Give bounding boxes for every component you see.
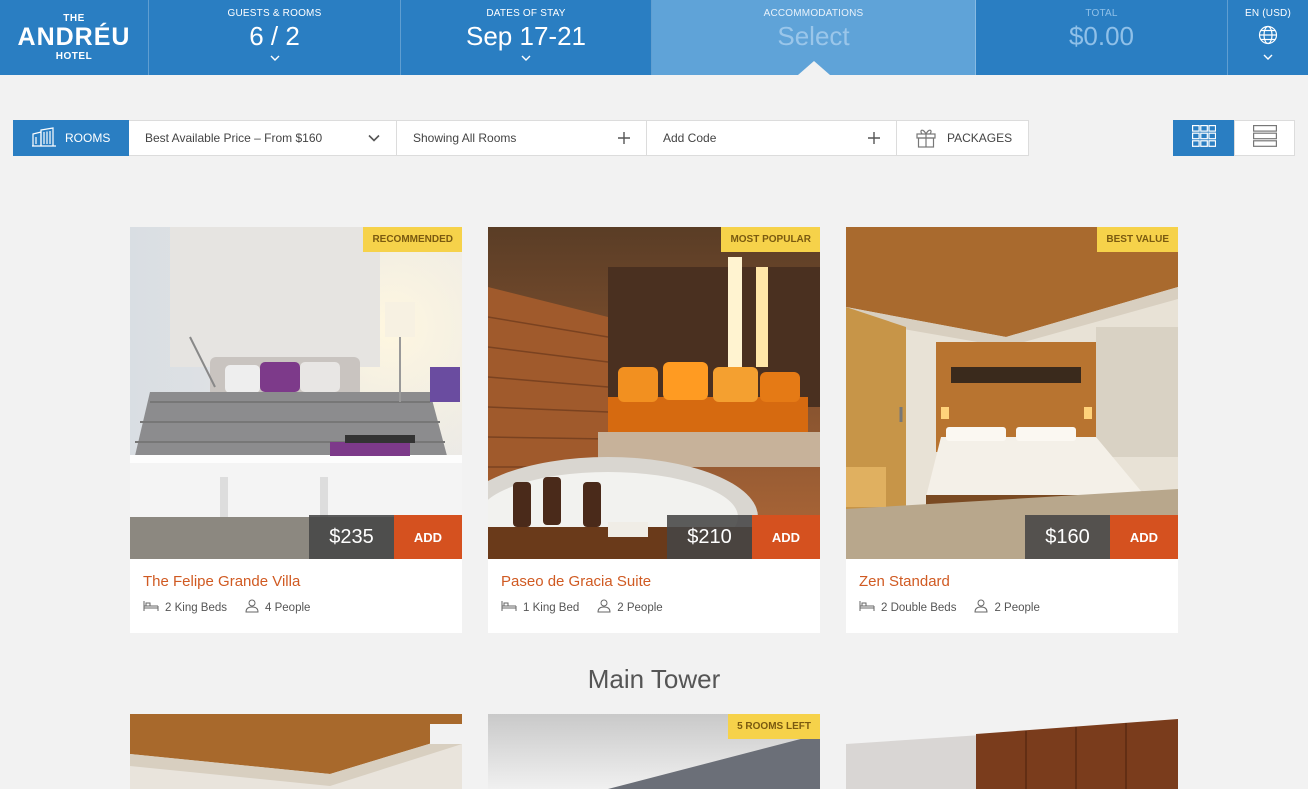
chevron-down-icon [521, 53, 531, 63]
room-capacity: 2 People [617, 601, 663, 614]
room-photo[interactable] [846, 714, 1178, 789]
section-title: Main Tower [587, 664, 721, 694]
accommodations-label: ACCOMMODATIONS [763, 8, 864, 19]
list-icon [1252, 124, 1277, 152]
room-info: The Felipe Grande Villa 2 King Beds 4 Pe… [130, 559, 462, 633]
globe-icon [1258, 25, 1278, 50]
packages-label: PACKAGES [947, 131, 1013, 145]
logo-name: ANDRÉU [17, 23, 131, 51]
chevron-down-icon [368, 131, 380, 145]
grid-icon [1191, 124, 1216, 152]
room-capacity: 4 People [265, 601, 311, 614]
room-type-filter[interactable]: Showing All Rooms [397, 120, 647, 156]
room-card: MOST POPULAR $210 ADD Paseo de Gracia Su… [488, 227, 820, 633]
total-step[interactable]: TOTAL $0.00 [976, 0, 1228, 75]
active-step-pointer [797, 61, 830, 75]
room-badge: RECOMMENDED [363, 227, 462, 252]
language-currency-selector[interactable]: EN (USD) [1228, 0, 1308, 75]
language-label: EN (USD) [1244, 8, 1292, 19]
add-room-button[interactable]: ADD [752, 515, 820, 559]
chevron-down-icon [270, 53, 280, 63]
packages-button[interactable]: PACKAGES [897, 120, 1029, 156]
accommodations-step[interactable]: ACCOMMODATIONS Select [652, 0, 976, 75]
hotel-logo[interactable]: THE ANDRÉU HOTEL [0, 0, 149, 75]
room-details: 2 Double Beds 2 People [859, 599, 1040, 616]
room-badge: 5 ROOMS LEFT [728, 714, 820, 739]
room-type-filter-label: Showing All Rooms [413, 131, 517, 145]
booking-header: THE ANDRÉU HOTEL GUESTS & ROOMS 6 / 2 DA… [0, 0, 1308, 75]
grid-view-button[interactable] [1173, 120, 1234, 156]
room-photo[interactable] [130, 714, 462, 789]
bed-icon [501, 600, 523, 615]
room-badge: BEST VALUE [1097, 227, 1178, 252]
add-room-button[interactable]: ADD [1110, 515, 1178, 559]
building-icon [32, 126, 65, 150]
room-name-link[interactable]: Zen Standard [859, 573, 950, 590]
view-toggle [1173, 120, 1295, 156]
room-capacity: 2 People [994, 601, 1040, 614]
room-price: $210 [667, 515, 752, 559]
total-label: TOTAL [1085, 8, 1118, 19]
guests-rooms-selector[interactable]: GUESTS & ROOMS 6 / 2 [149, 0, 401, 75]
room-card [846, 714, 1178, 789]
room-photo[interactable]: BEST VALUE $160 ADD [846, 227, 1178, 559]
dates-selector[interactable]: DATES OF STAY Sep 17-21 [401, 0, 652, 75]
gift-icon [915, 126, 947, 151]
bed-icon [859, 600, 881, 615]
room-details: 2 King Beds 4 People [143, 599, 310, 616]
dates-label: DATES OF STAY [486, 8, 566, 19]
room-card: 5 ROOMS LEFT [488, 714, 820, 789]
room-price: $235 [309, 515, 394, 559]
bed-icon [143, 600, 165, 615]
room-info: Zen Standard 2 Double Beds 2 People [846, 559, 1178, 633]
person-icon [245, 599, 265, 616]
promo-code-field[interactable]: Add Code [647, 120, 897, 156]
room-photo[interactable]: MOST POPULAR $210 ADD [488, 227, 820, 559]
room-details: 1 King Bed 2 People [501, 599, 663, 616]
rooms-tab[interactable]: ROOMS [13, 120, 129, 156]
room-price: $160 [1025, 515, 1110, 559]
room-info: Paseo de Gracia Suite 1 King Bed 2 Peopl… [488, 559, 820, 633]
room-beds: 1 King Bed [523, 601, 580, 614]
room-name-link[interactable]: The Felipe Grande Villa [143, 573, 300, 590]
person-icon [974, 599, 994, 616]
room-beds: 2 Double Beds [881, 601, 957, 614]
promo-code-label: Add Code [663, 131, 717, 145]
accommodations-value: Select [777, 21, 850, 51]
plus-icon [618, 128, 630, 148]
guests-label: GUESTS & ROOMS [227, 8, 322, 19]
guests-value: 6 / 2 [249, 21, 300, 51]
room-name-link[interactable]: Paseo de Gracia Suite [501, 573, 651, 590]
dates-value: Sep 17-21 [466, 21, 586, 51]
rooms-tab-label: ROOMS [65, 131, 111, 145]
room-badge: MOST POPULAR [721, 227, 820, 252]
room-photo[interactable]: 5 ROOMS LEFT [488, 714, 820, 789]
filter-bar: ROOMS Best Available Price – From $160 S… [13, 120, 1029, 156]
room-card [130, 714, 462, 789]
person-icon [597, 599, 617, 616]
room-beds: 2 King Beds [165, 601, 228, 614]
total-value: $0.00 [1068, 21, 1135, 51]
add-room-button[interactable]: ADD [394, 515, 462, 559]
room-card: RECOMMENDED $235 ADD The Felipe Grande V… [130, 227, 462, 633]
price-filter-label: Best Available Price – From $160 [145, 131, 323, 145]
chevron-down-icon [1263, 52, 1273, 62]
logo-bottom-text: HOTEL [55, 51, 93, 62]
list-view-button[interactable] [1234, 120, 1295, 156]
room-photo[interactable]: RECOMMENDED $235 ADD [130, 227, 462, 559]
price-filter-dropdown[interactable]: Best Available Price – From $160 [129, 120, 397, 156]
plus-icon [868, 128, 880, 148]
room-card: BEST VALUE $160 ADD Zen Standard 2 Doubl… [846, 227, 1178, 633]
